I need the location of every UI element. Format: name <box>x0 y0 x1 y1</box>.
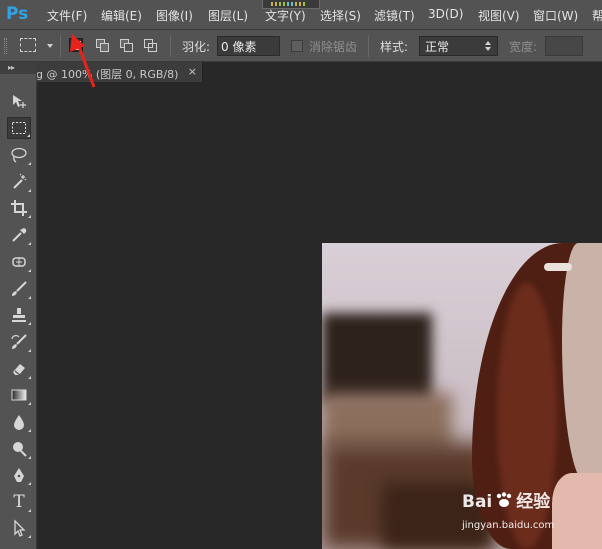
pen-icon <box>14 468 24 482</box>
pen-tool[interactable] <box>7 464 31 486</box>
watermark-brand: Bai 经验 <box>462 492 551 512</box>
toolbox-header[interactable]: ▸▸ <box>0 62 37 74</box>
brush-icon <box>12 281 27 296</box>
baidu-watermark: Bai 经验 jingyan.baidu.com <box>462 487 602 542</box>
lasso-icon <box>11 147 27 163</box>
width-input[interactable] <box>545 36 583 56</box>
intersect-selection-button[interactable] <box>143 38 157 52</box>
healing-brush-tool[interactable] <box>7 251 31 273</box>
menu-image[interactable]: 图像(I) <box>156 7 193 24</box>
eraser-tool[interactable] <box>7 358 31 380</box>
path-select-icon <box>14 519 26 537</box>
blur-tool[interactable] <box>7 411 31 433</box>
style-select[interactable]: 正常 <box>419 36 498 56</box>
crop-icon <box>11 200 27 216</box>
collapse-icon[interactable]: ▸▸ <box>8 63 15 72</box>
eyedropper-icon <box>12 228 27 242</box>
subtract-from-selection-button[interactable] <box>119 38 133 52</box>
gradient-tool[interactable] <box>7 384 31 406</box>
updown-arrows-icon <box>485 41 492 51</box>
toolbox: ▸▸ T <box>0 62 37 549</box>
magic-wand-tool[interactable] <box>7 171 31 193</box>
gradient-icon <box>11 389 27 401</box>
menu-view[interactable]: 视图(V) <box>478 7 520 24</box>
feather-input[interactable]: 0 像素 <box>217 36 280 56</box>
watermark-url: jingyan.baidu.com <box>462 520 555 531</box>
brush-tool[interactable] <box>7 278 31 300</box>
tool-preset-picker[interactable] <box>20 38 36 52</box>
lasso-tool[interactable] <box>7 144 31 166</box>
chevron-down-icon[interactable] <box>47 44 53 48</box>
type-tool[interactable]: T <box>7 491 31 513</box>
clone-stamp-icon <box>12 308 26 322</box>
annotation-arrow-icon <box>70 34 96 88</box>
photoshop-logo: Ps <box>6 4 29 24</box>
menu-select[interactable]: 选择(S) <box>320 7 361 24</box>
menu-edit[interactable]: 编辑(E) <box>101 7 142 24</box>
magic-wand-icon <box>13 173 27 189</box>
separator <box>170 35 171 57</box>
crop-tool[interactable] <box>7 197 31 219</box>
feather-label: 羽化: <box>182 40 211 54</box>
antialias-label: 消除锯齿 <box>309 40 358 54</box>
menu-filter[interactable]: 滤镜(T) <box>374 7 415 24</box>
eraser-icon <box>13 364 25 377</box>
dodge-icon <box>13 442 27 457</box>
move-tool[interactable] <box>7 90 31 112</box>
rect-marquee-tool[interactable] <box>7 117 31 139</box>
width-label: 宽度: <box>509 40 538 54</box>
canvas-area[interactable] <box>37 82 602 549</box>
menu-window[interactable]: 窗口(W) <box>533 7 578 24</box>
mini-window-strip <box>262 0 320 9</box>
type-icon: T <box>13 492 25 512</box>
healing-brush-icon <box>12 257 26 267</box>
style-label: 样式: <box>380 40 409 54</box>
clone-stamp-tool[interactable] <box>7 304 31 326</box>
move-icon <box>13 95 26 108</box>
dodge-tool[interactable] <box>7 438 31 460</box>
document-tab-bar: ng @ 100% (图层 0, RGB/8) × <box>37 62 602 82</box>
menu-3d[interactable]: 3D(D) <box>428 7 463 21</box>
menu-help[interactable]: 帮 <box>592 7 602 24</box>
antialias-checkbox[interactable] <box>291 40 303 52</box>
menu-file[interactable]: 文件(F) <box>47 7 87 24</box>
menu-bar: Ps 文件(F) 编辑(E) 图像(I) 图层(L) 文字(Y) 选择(S) 滤… <box>0 0 602 30</box>
rect-marquee-icon <box>12 122 26 134</box>
menu-type[interactable]: 文字(Y) <box>265 7 306 24</box>
history-brush-icon <box>11 334 27 349</box>
close-icon[interactable]: × <box>188 65 197 78</box>
blur-icon <box>14 415 24 430</box>
paw-logo-icon <box>495 492 513 507</box>
style-select-value: 正常 <box>425 40 450 54</box>
history-brush-tool[interactable] <box>7 331 31 353</box>
separator <box>368 35 369 57</box>
document-tab-label: ng @ 100% (图层 0, RGB/8) <box>37 68 179 81</box>
menu-layer[interactable]: 图层(L) <box>208 7 248 24</box>
eyedropper-tool[interactable] <box>7 224 31 246</box>
options-grip[interactable] <box>4 38 7 54</box>
path-select-tool[interactable] <box>7 517 31 539</box>
